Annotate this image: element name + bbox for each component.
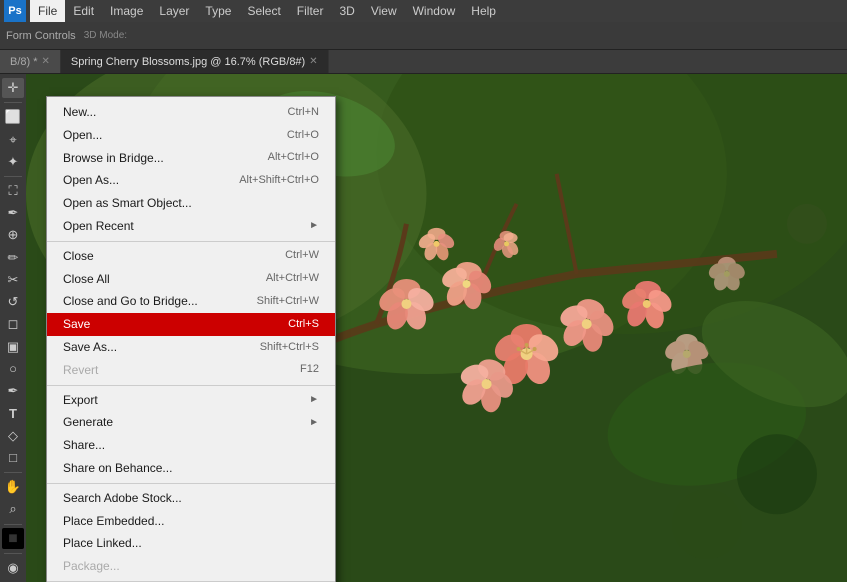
menu-item-open-as[interactable]: Open As... Alt+Shift+Ctrl+O xyxy=(47,169,335,192)
tool-clone[interactable]: ✂ xyxy=(2,270,24,290)
tab-1[interactable]: B/8) * ✕ xyxy=(0,50,61,73)
tool-hand[interactable]: ✋ xyxy=(2,477,24,497)
menu-item-place-linked[interactable]: Place Linked... xyxy=(47,532,335,555)
menu-item-new[interactable]: New... Ctrl+N xyxy=(47,101,335,124)
menu-item-search-stock[interactable]: Search Adobe Stock... xyxy=(47,487,335,510)
separator-3 xyxy=(47,483,335,484)
app-logo: Ps xyxy=(4,0,26,22)
menu-item-save[interactable]: Save Ctrl+S xyxy=(47,313,335,336)
menu-select[interactable]: Select xyxy=(239,0,288,22)
menu-item-share-behance[interactable]: Share on Behance... xyxy=(47,457,335,480)
tool-pen[interactable]: ✒ xyxy=(2,381,24,401)
tool-dodge[interactable]: ○ xyxy=(2,359,24,379)
tool-history[interactable]: ↺ xyxy=(2,292,24,312)
toolbar-options-label: Form Controls xyxy=(6,30,76,42)
separator-2 xyxy=(47,385,335,386)
main-area: ✛ ⬜ ⌖ ✦ ⛶ ✒ ⊕ ✏ ✂ ↺ ◻ ▣ ○ ✒ T ◇ □ ✋ ⌕ ■ … xyxy=(0,74,847,582)
toolbar-mode-label: 3D Mode: xyxy=(84,30,127,41)
tool-move[interactable]: ✛ xyxy=(2,78,24,98)
menu-type[interactable]: Type xyxy=(197,0,239,22)
left-toolbar: ✛ ⬜ ⌖ ✦ ⛶ ✒ ⊕ ✏ ✂ ↺ ◻ ▣ ○ ✒ T ◇ □ ✋ ⌕ ■ … xyxy=(0,74,26,582)
menu-item-place-embedded[interactable]: Place Embedded... xyxy=(47,510,335,533)
options-toolbar: Form Controls 3D Mode: xyxy=(0,22,847,50)
tab-1-close[interactable]: ✕ xyxy=(42,56,50,67)
tab-2-label: Spring Cherry Blossoms.jpg @ 16.7% (RGB/… xyxy=(71,56,305,68)
menu-item-save-as[interactable]: Save As... Shift+Ctrl+S xyxy=(47,336,335,359)
menu-item-open[interactable]: Open... Ctrl+O xyxy=(47,124,335,147)
tool-shape[interactable]: □ xyxy=(2,448,24,468)
tool-zoom[interactable]: ⌕ xyxy=(2,499,24,519)
menu-view[interactable]: View xyxy=(363,0,405,22)
tab-1-label: B/8) * xyxy=(10,56,38,68)
menu-file[interactable]: File xyxy=(30,0,65,22)
menu-layer[interactable]: Layer xyxy=(151,0,197,22)
file-menu: New... Ctrl+N Open... Ctrl+O Browse in B… xyxy=(46,96,336,582)
tool-gradient[interactable]: ▣ xyxy=(2,337,24,357)
menu-item-browse-bridge[interactable]: Browse in Bridge... Alt+Ctrl+O xyxy=(47,147,335,170)
menu-3d[interactable]: 3D xyxy=(331,0,362,22)
tool-type[interactable]: T xyxy=(2,403,24,423)
menu-item-open-recent[interactable]: Open Recent ► xyxy=(47,215,335,238)
export-arrow: ► xyxy=(309,393,319,407)
menu-item-generate[interactable]: Generate ► xyxy=(47,411,335,434)
menu-image[interactable]: Image xyxy=(102,0,151,22)
menu-item-export[interactable]: Export ► xyxy=(47,389,335,412)
tool-marquee[interactable]: ⬜ xyxy=(2,107,24,127)
menu-edit[interactable]: Edit xyxy=(65,0,102,22)
submenu-arrow: ► xyxy=(309,219,319,233)
tool-eraser[interactable]: ◻ xyxy=(2,314,24,334)
tab-2-close[interactable]: ✕ xyxy=(309,56,317,67)
menu-item-open-smart[interactable]: Open as Smart Object... xyxy=(47,192,335,215)
tool-heal[interactable]: ⊕ xyxy=(2,225,24,245)
menu-item-share[interactable]: Share... xyxy=(47,434,335,457)
menu-item-revert[interactable]: Revert F12 xyxy=(47,359,335,382)
menu-item-package[interactable]: Package... xyxy=(47,555,335,578)
menu-help[interactable]: Help xyxy=(463,0,504,22)
menu-filter[interactable]: Filter xyxy=(289,0,332,22)
tab-2[interactable]: Spring Cherry Blossoms.jpg @ 16.7% (RGB/… xyxy=(61,50,329,73)
tool-wand[interactable]: ✦ xyxy=(2,152,24,172)
menu-item-close[interactable]: Close Ctrl+W xyxy=(47,245,335,268)
menu-item-close-goto[interactable]: Close and Go to Bridge... Shift+Ctrl+W xyxy=(47,290,335,313)
separator-1 xyxy=(47,241,335,242)
generate-arrow: ► xyxy=(309,416,319,430)
tool-foreground[interactable]: ■ xyxy=(2,528,24,548)
menu-bar: Ps File Edit Image Layer Type Select Fil… xyxy=(0,0,847,22)
tool-eyedropper[interactable]: ✒ xyxy=(2,203,24,223)
menu-item-close-all[interactable]: Close All Alt+Ctrl+W xyxy=(47,268,335,291)
tool-path[interactable]: ◇ xyxy=(2,426,24,446)
tabs-bar: B/8) * ✕ Spring Cherry Blossoms.jpg @ 16… xyxy=(0,50,847,74)
tool-crop[interactable]: ⛶ xyxy=(2,181,24,201)
tool-brush[interactable]: ✏ xyxy=(2,248,24,268)
tool-lasso[interactable]: ⌖ xyxy=(2,129,24,149)
tool-mode[interactable]: ◉ xyxy=(2,558,24,578)
menu-window[interactable]: Window xyxy=(405,0,464,22)
